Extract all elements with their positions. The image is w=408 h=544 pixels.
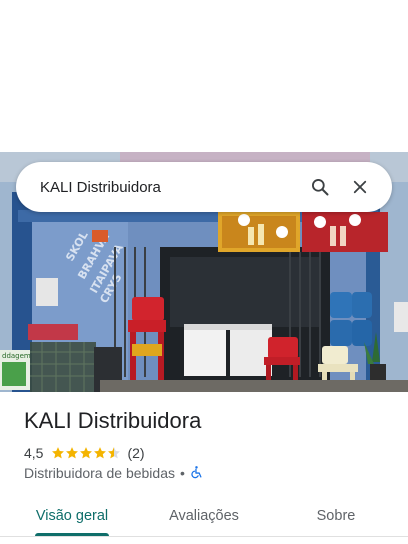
tabs-divider [0, 536, 408, 537]
search-bar[interactable]: KALI Distribuidora [16, 162, 392, 212]
star-icon [94, 447, 107, 459]
wheelchair-icon [190, 465, 203, 482]
separator-dot: • [179, 465, 185, 481]
tab-reviews[interactable]: Avaliações [152, 496, 256, 536]
tab-bar: Visão geral Avaliações Sobre [0, 496, 408, 537]
tab-overview[interactable]: Visão geral [20, 496, 124, 536]
place-category: Distribuidora de bebidas [24, 465, 175, 481]
tab-about[interactable]: Sobre [284, 496, 388, 536]
place-title: KALI Distribuidora [24, 408, 202, 433]
close-icon[interactable] [340, 167, 380, 207]
category-row: Distribuidora de bebidas • [24, 464, 203, 482]
star-icon [52, 447, 65, 459]
rating-row[interactable]: 4,5 (2) [24, 444, 145, 462]
star-rating [51, 446, 121, 460]
half-star-icon [108, 447, 121, 459]
side-sign-text: ddagem [2, 352, 31, 360]
star-icon [66, 447, 79, 459]
review-count[interactable]: (2) [127, 445, 144, 461]
rating-value: 4,5 [24, 445, 44, 461]
star-icon [80, 447, 93, 459]
search-icon[interactable] [300, 167, 340, 207]
search-input[interactable]: KALI Distribuidora [40, 179, 300, 196]
